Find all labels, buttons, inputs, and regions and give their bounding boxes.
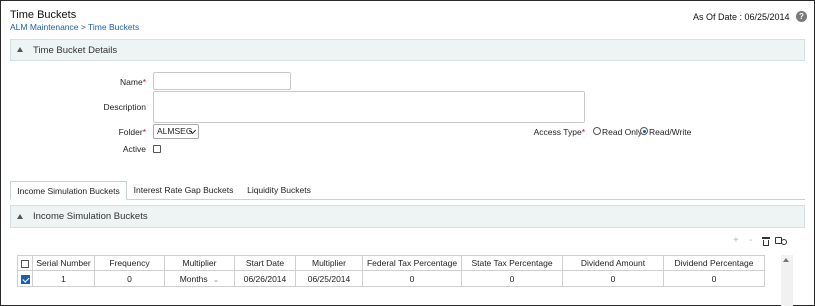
- description-input[interactable]: [153, 91, 585, 123]
- select-all-checkbox[interactable]: [21, 259, 29, 268]
- read-only-label: Read Only: [602, 127, 643, 137]
- trash-icon[interactable]: [762, 237, 770, 246]
- state-tax-cell[interactable]: 0: [461, 270, 563, 287]
- column-header[interactable]: Frequency: [94, 255, 165, 271]
- select-all-cell: [17, 255, 33, 271]
- active-label: Active: [122, 144, 146, 154]
- remove-icon[interactable]: -: [749, 235, 752, 246]
- read-only-radio[interactable]: [593, 127, 601, 135]
- federal-tax-cell[interactable]: 0: [362, 270, 462, 287]
- read-write-radio[interactable]: [640, 127, 648, 135]
- name-input[interactable]: [153, 72, 291, 90]
- as-of-date: As Of Date : 06/25/2014: [693, 12, 790, 22]
- tab-liquidity-buckets[interactable]: Liquidity Buckets: [243, 181, 315, 200]
- column-header[interactable]: Serial Number: [32, 255, 95, 271]
- details-section-header[interactable]: [10, 39, 805, 61]
- tab-income-simulation-buckets[interactable]: Income Simulation Buckets: [10, 181, 127, 200]
- column-header[interactable]: Multiplier: [295, 255, 363, 271]
- table-row[interactable]: 1 0 Months ⌄ 06/26/2014 06/25/2014 0 0 0 …: [17, 270, 765, 287]
- find-icon[interactable]: [775, 236, 788, 246]
- buckets-table: Serial Number Frequency Multiplier Start…: [17, 255, 765, 287]
- multiplier2-cell: 06/25/2014: [295, 270, 363, 287]
- details-section-title: Time Bucket Details: [33, 45, 118, 56]
- column-header[interactable]: Federal Tax Percentage: [362, 255, 462, 271]
- dividend-percentage-cell[interactable]: 0: [663, 270, 765, 287]
- column-header[interactable]: State Tax Percentage: [461, 255, 563, 271]
- help-icon[interactable]: ?: [796, 11, 807, 22]
- read-write-label: Read/Write: [649, 127, 692, 137]
- row-checkbox[interactable]: [20, 274, 30, 284]
- add-icon[interactable]: +: [733, 235, 739, 246]
- description-label: Description: [103, 102, 146, 112]
- chevron-down-icon: ⌄: [212, 274, 220, 284]
- access-type-label: Access Type*: [533, 127, 585, 137]
- grid-section-title: Income Simulation Buckets: [33, 211, 148, 222]
- folder-label: Folder*: [118, 127, 146, 137]
- column-header[interactable]: Dividend Percentage: [663, 255, 765, 271]
- page-title: Time Buckets: [10, 9, 77, 21]
- serial-number-cell: 1: [32, 270, 95, 287]
- start-date-cell: 06/26/2014: [234, 270, 296, 287]
- column-header[interactable]: Dividend Amount: [562, 255, 664, 271]
- column-header[interactable]: Multiplier: [164, 255, 235, 271]
- collapse-icon[interactable]: [17, 47, 23, 52]
- table-header-row: Serial Number Frequency Multiplier Start…: [17, 255, 765, 271]
- tab-interest-rate-gap-buckets[interactable]: Interest Rate Gap Buckets: [130, 181, 237, 200]
- column-header[interactable]: Start Date: [234, 255, 296, 271]
- active-checkbox[interactable]: [153, 145, 161, 153]
- multiplier-value: Months: [179, 273, 208, 284]
- dividend-amount-cell[interactable]: 0: [562, 270, 664, 287]
- row-select-cell: [17, 270, 33, 287]
- collapse-icon[interactable]: [17, 214, 23, 219]
- breadcrumb[interactable]: ALM Maintenance > Time Buckets: [10, 22, 139, 32]
- multiplier-cell[interactable]: Months ⌄: [164, 270, 235, 287]
- folder-select-value: ALMSEG: [157, 126, 193, 136]
- scroll-up-icon[interactable]: [783, 258, 789, 262]
- folder-select[interactable]: ALMSEG: [153, 124, 199, 139]
- vertical-scrollbar[interactable]: [781, 255, 793, 306]
- name-label: Name*: [120, 77, 146, 87]
- frequency-cell[interactable]: 0: [94, 270, 165, 287]
